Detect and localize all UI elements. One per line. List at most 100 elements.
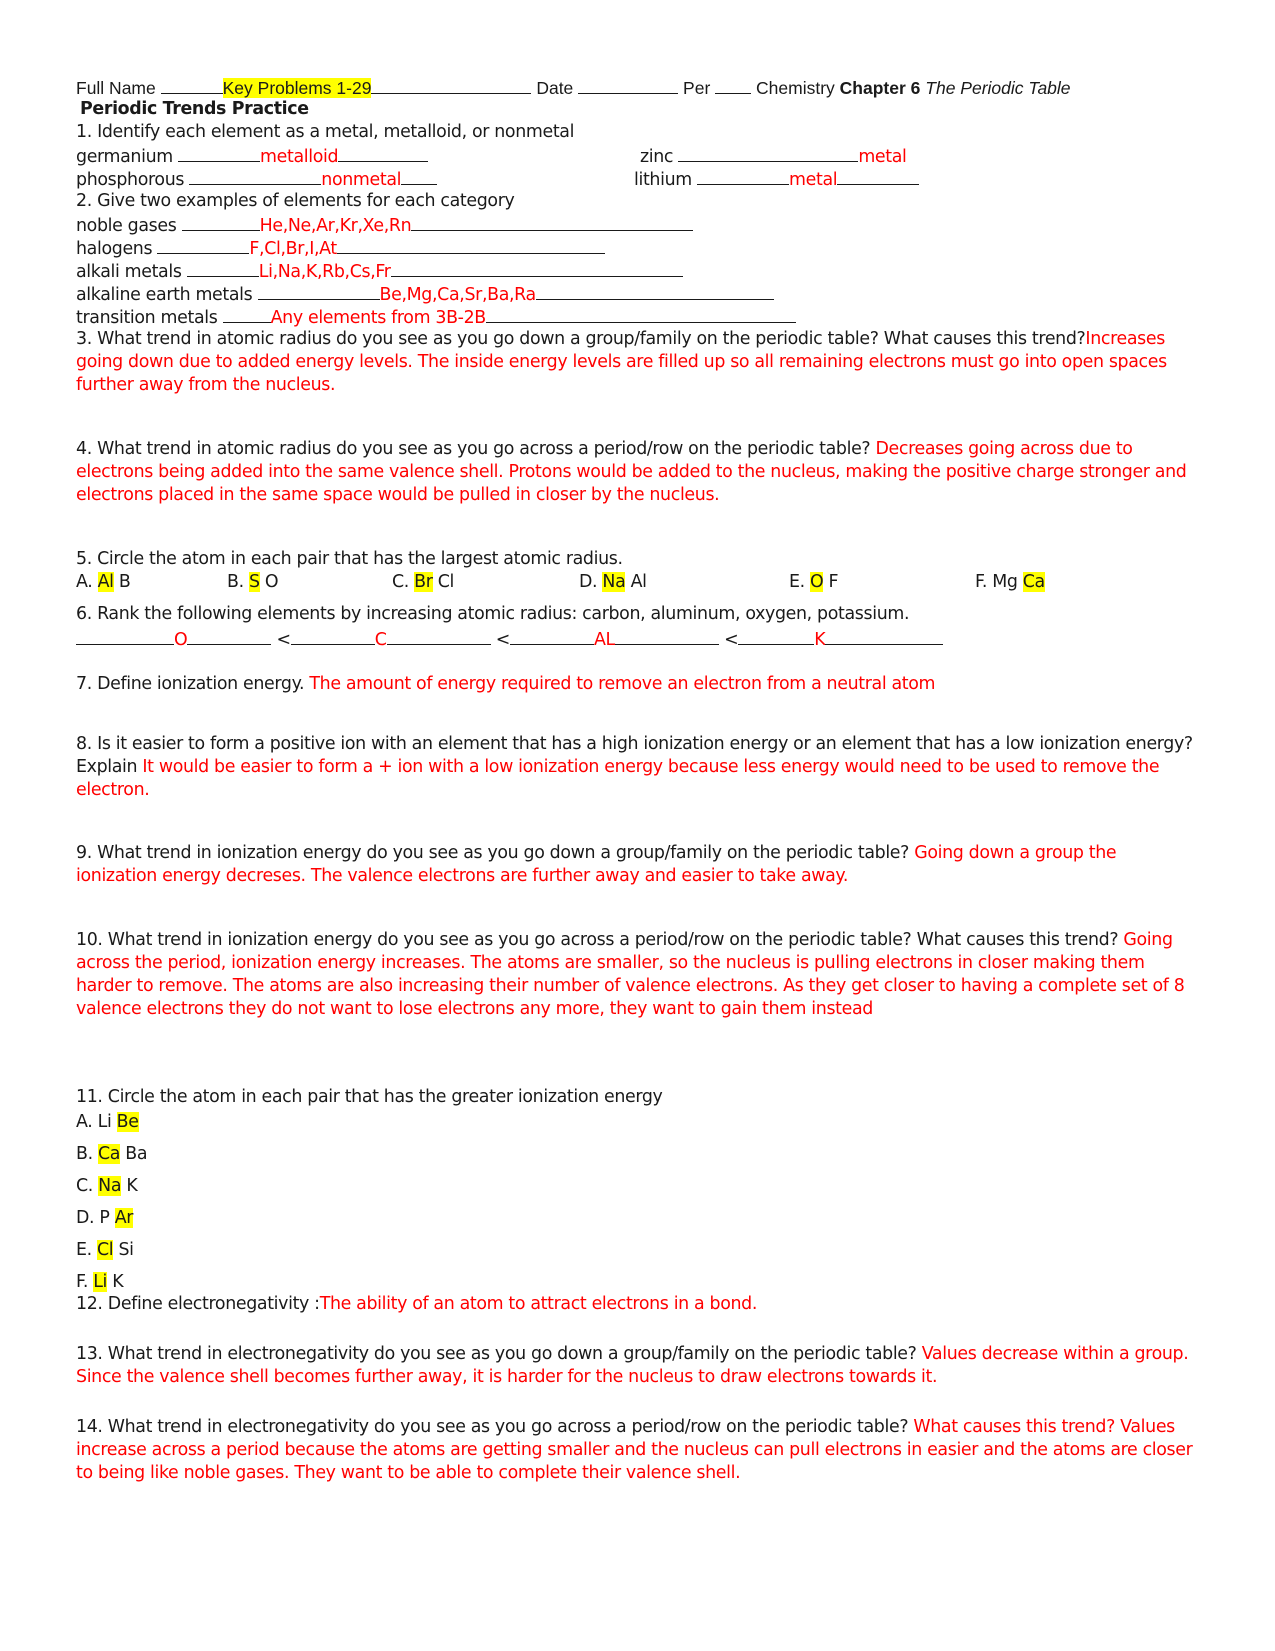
answer-text: He,Ne,Ar,Kr,Xe,Rn	[259, 216, 412, 236]
q1-prompt: 1. Identify each element as a metal, met…	[76, 122, 575, 142]
q1-item-germanium: germanium metalloid	[76, 144, 429, 169]
atom-choice[interactable]: B	[119, 572, 131, 592]
q6-prompt: 6. Rank the following elements by increa…	[76, 604, 910, 624]
period-field[interactable]	[715, 76, 752, 94]
q2-item-alkaline-earth-metals: alkaline earth metals Be,Mg,Ca,Sr,Ba,Ra	[76, 282, 774, 307]
atom-choice[interactable]: O	[265, 572, 279, 592]
selected-atom[interactable]: Na	[98, 1176, 121, 1196]
selected-atom[interactable]: Al	[97, 572, 114, 592]
atom-choice[interactable]: Al	[631, 572, 647, 592]
blank-line	[411, 213, 694, 231]
less-than-sign: <	[495, 630, 511, 650]
q3-block: 3. What trend in atomic radius do you se…	[76, 328, 1201, 397]
atom-choice[interactable]: Ba	[125, 1144, 147, 1164]
answer-text: F,Cl,Br,I,At	[249, 239, 337, 259]
less-than-sign: <	[724, 630, 739, 650]
blank-line	[189, 167, 322, 185]
answer-text: metal	[789, 170, 838, 190]
chapter-title: The Periodic Table	[925, 78, 1071, 98]
category-name: transition metals	[76, 308, 218, 328]
category-name: alkali metals	[76, 262, 182, 282]
q9-prompt: 9. What trend in ionization energy do yo…	[76, 843, 915, 863]
less-than-sign: <	[276, 630, 292, 650]
option-letter: B.	[76, 1144, 98, 1164]
atom-choice[interactable]: P	[99, 1208, 109, 1228]
selected-atom[interactable]: Cl	[97, 1240, 114, 1260]
selected-atom[interactable]: O	[810, 572, 824, 592]
blank-line	[178, 144, 261, 162]
q13-block: 13. What trend in electronegativity do y…	[76, 1343, 1201, 1389]
option-letter: E.	[789, 572, 810, 592]
option-letter: F.	[76, 1272, 94, 1292]
rank-1: O	[174, 630, 188, 650]
chapter-label: Chapter 6	[839, 78, 921, 98]
answer-text: metal	[858, 147, 907, 167]
q10-block: 10. What trend in ionization energy do y…	[76, 929, 1201, 1021]
option-pair: B. S O	[227, 571, 279, 594]
selected-atom[interactable]: Ar	[114, 1208, 133, 1228]
q1-item-lithium: lithium metal	[634, 167, 920, 192]
blank-line	[738, 627, 815, 645]
atom-choice[interactable]: Mg	[992, 572, 1018, 592]
option-pair: F. Li K	[76, 1271, 124, 1294]
atom-choice[interactable]: Cl	[438, 572, 455, 592]
option-pair: E. O F	[789, 571, 839, 594]
worksheet-title: Periodic Trends Practice	[80, 99, 309, 119]
course-label: Chemistry	[756, 78, 835, 98]
selected-atom[interactable]: Br	[414, 572, 433, 592]
blank-line	[257, 282, 380, 300]
q8-block: 8. Is it easier to form a positive ion w…	[76, 733, 1201, 802]
blank-line	[837, 167, 920, 185]
q2-item-halogens: halogens F,Cl,Br,I,At	[76, 236, 605, 261]
option-letter: D.	[579, 572, 603, 592]
full-name-value[interactable]: Key Problems 1-29	[222, 78, 372, 98]
selected-atom[interactable]: Be	[116, 1112, 139, 1132]
date-field[interactable]	[578, 76, 679, 94]
blank-line	[222, 305, 271, 323]
blank-line	[157, 236, 250, 254]
option-letter: A.	[76, 1112, 98, 1132]
q2-prompt: 2. Give two examples of elements for eac…	[76, 191, 515, 211]
q14-block: 14. What trend in electronegativity do y…	[76, 1416, 1201, 1485]
option-pair: E. Cl Si	[76, 1239, 134, 1262]
q4-block: 4. What trend in atomic radius do you se…	[76, 438, 1201, 507]
selected-atom[interactable]: Ca	[97, 1144, 120, 1164]
blank-line	[181, 213, 260, 231]
element-name: lithium	[634, 170, 692, 190]
blank-line	[386, 627, 491, 645]
q1-item-phosphorous: phosphorous nonmetal	[76, 167, 438, 192]
q14-prompt: 14. What trend in electronegativity do y…	[76, 1417, 914, 1437]
atom-choice[interactable]: Si	[118, 1240, 134, 1260]
atom-choice[interactable]: K	[112, 1272, 123, 1292]
blank-line	[336, 236, 605, 254]
option-letter: A.	[76, 572, 98, 592]
atom-choice[interactable]: Li	[98, 1112, 112, 1132]
rank-2: C	[374, 630, 387, 650]
blank-line	[614, 627, 719, 645]
atom-choice[interactable]: F	[829, 572, 839, 592]
q7-prompt: 7. Define ionization energy.	[76, 674, 310, 694]
blank-line	[535, 282, 774, 300]
atom-choice[interactable]: K	[126, 1176, 137, 1196]
option-pair: C. Na K	[76, 1175, 138, 1198]
q1-item-zinc: zinc metal	[640, 144, 907, 169]
answer-text: Any elements from 3B-2B	[270, 308, 487, 328]
element-name: phosphorous	[76, 170, 185, 190]
date-label: Date	[536, 78, 574, 98]
q2-item-transition-metals: transition metals Any elements from 3B-2…	[76, 305, 796, 330]
blank-line	[160, 76, 223, 94]
full-name-label: Full Name	[76, 78, 156, 98]
blank-line	[485, 305, 796, 323]
selected-atom[interactable]: Li	[93, 1272, 107, 1292]
selected-atom[interactable]: Ca	[1022, 572, 1045, 592]
q12-answer: The ability of an atom to attract electr…	[319, 1294, 758, 1314]
q9-block: 9. What trend in ionization energy do yo…	[76, 842, 1201, 888]
q11-prompt: 11. Circle the atom in each pair that ha…	[76, 1087, 663, 1107]
blank-line	[825, 627, 944, 645]
selected-atom[interactable]: Na	[602, 572, 626, 592]
answer-text: metalloid	[260, 147, 339, 167]
option-pair: A. Al B	[76, 571, 131, 594]
selected-atom[interactable]: S	[248, 572, 260, 592]
q6-ranking: O < C < AL < K	[76, 627, 944, 652]
q4-prompt: 4. What trend in atomic radius do you se…	[76, 439, 876, 459]
